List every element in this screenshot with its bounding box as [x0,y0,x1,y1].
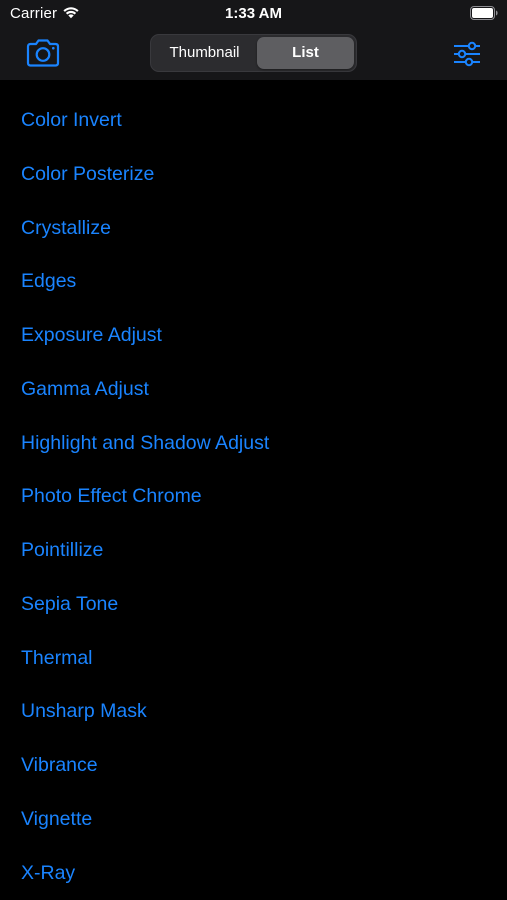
sliders-icon [452,40,482,68]
filter-photo-effect-chrome[interactable]: Photo Effect Chrome [0,470,507,524]
filter-color-invert[interactable]: Color Invert [0,94,507,148]
battery-icon [470,6,498,20]
filter-unsharp-mask[interactable]: Unsharp Mask [0,685,507,739]
view-mode-segmented-control: Thumbnail List [150,34,357,72]
filter-edges[interactable]: Edges [0,255,507,309]
filter-crystallize[interactable]: Crystallize [0,202,507,256]
segment-list[interactable]: List [257,37,354,69]
camera-icon [25,38,61,68]
filter-exposure-adjust[interactable]: Exposure Adjust [0,309,507,363]
nav-bar: Thumbnail List [0,28,507,80]
status-bar: Carrier 1:33 AM [0,0,507,28]
filter-thermal[interactable]: Thermal [0,632,507,686]
top-bar: Carrier 1:33 AM Thumbnail List [0,0,507,80]
filter-vignette[interactable]: Vignette [0,793,507,847]
filter-vibrance[interactable]: Vibrance [0,739,507,793]
status-time: 1:33 AM [225,5,282,22]
filter-gamma-adjust[interactable]: Gamma Adjust [0,363,507,417]
filter-sepia-tone[interactable]: Sepia Tone [0,578,507,632]
settings-button[interactable] [452,40,482,68]
filter-color-posterize[interactable]: Color Posterize [0,148,507,202]
filter-pointillize[interactable]: Pointillize [0,524,507,578]
camera-button[interactable] [25,38,61,68]
segment-thumbnail[interactable]: Thumbnail [154,37,255,69]
filter-x-ray[interactable]: X-Ray [0,847,507,900]
filter-highlight-shadow-adjust[interactable]: Highlight and Shadow Adjust [0,417,507,471]
filter-list: Color Invert Color Posterize Crystallize… [0,94,507,900]
